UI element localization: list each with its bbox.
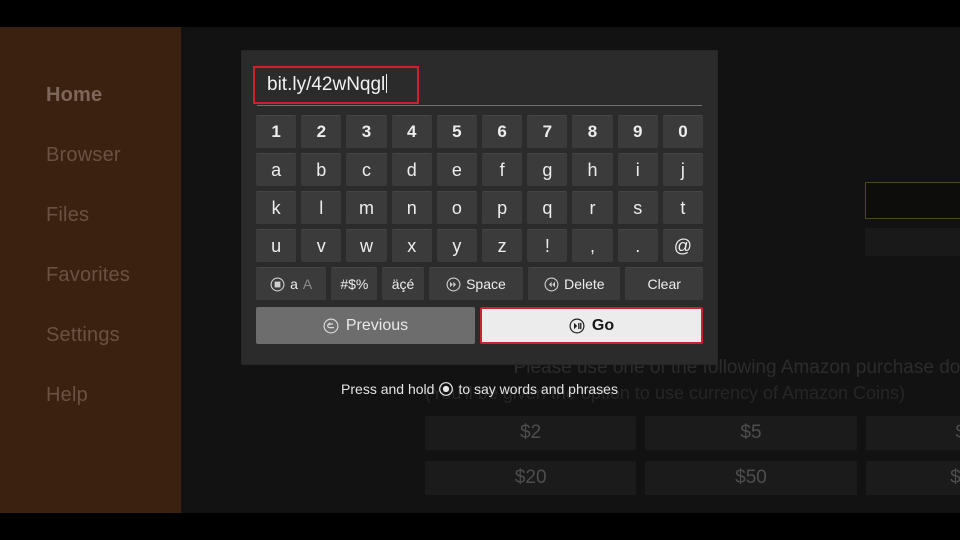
key-1[interactable]: 1 (256, 115, 297, 148)
key-comma[interactable]: , (572, 229, 613, 262)
donation-button-grid: $2 $5 $10 $20 $50 $100 (425, 416, 960, 495)
voice-hint-after: to say words and phrases (458, 381, 618, 397)
key-delete[interactable]: Delete (528, 267, 621, 300)
key-2[interactable]: 2 (301, 115, 342, 148)
go-button-label: Go (591, 316, 615, 334)
donation-button-50[interactable]: $50 (645, 461, 857, 495)
keyboard-row-k-t: k l m n o p q r s t (256, 191, 704, 224)
previous-button-label: Previous (345, 316, 409, 334)
text-cursor (386, 74, 388, 93)
letterbox-bottom (0, 513, 960, 540)
play-pause-icon (569, 317, 585, 334)
key-c[interactable]: c (346, 153, 387, 186)
key-at[interactable]: @ (662, 229, 704, 262)
keyboard-row-digits: 1 2 3 4 5 6 7 8 9 0 (256, 115, 704, 148)
key-space[interactable]: Space (428, 267, 524, 300)
key-case-toggle[interactable]: aA (256, 267, 327, 300)
key-8[interactable]: 8 (572, 115, 613, 148)
key-symbols[interactable]: #$% (331, 267, 378, 300)
key-9[interactable]: 9 (617, 115, 658, 148)
url-input-container[interactable]: bit.ly/42wNqgl (253, 66, 702, 106)
keyboard-row-u-at: u v w x y z ! , . @ (256, 229, 704, 262)
sidebar-item-browser[interactable]: Browser (0, 125, 181, 185)
key-q[interactable]: q (527, 191, 568, 224)
key-e[interactable]: e (436, 153, 478, 186)
key-h[interactable]: h (572, 153, 613, 186)
key-s[interactable]: s (617, 191, 658, 224)
sidebar-item-help[interactable]: Help (0, 365, 181, 425)
screen: Home Browser Files Favorites Settings He… (0, 0, 960, 540)
sidebar-item-home[interactable]: Home (0, 65, 181, 125)
keyboard-nav-row: Previous Go (256, 307, 703, 344)
sidebar-item-label: Help (46, 384, 88, 406)
url-input-display: bit.ly/42wNqgl (257, 70, 702, 100)
key-r[interactable]: r (572, 191, 613, 224)
key-a[interactable]: a (256, 153, 297, 186)
key-5[interactable]: 5 (436, 115, 478, 148)
key-n[interactable]: n (391, 191, 432, 224)
keyboard-function-row: aA #$% äçé Space Delete Clear (256, 267, 703, 300)
go-button[interactable]: Go (480, 307, 703, 344)
background-url-field[interactable] (865, 182, 960, 219)
previous-button[interactable]: Previous (256, 307, 475, 344)
onscreen-keyboard-panel: bit.ly/42wNqgl 1 2 3 4 5 6 7 8 9 0 a b c… (242, 51, 717, 364)
back-arrow-icon (323, 317, 339, 334)
voice-button-icon (439, 382, 454, 396)
key-m[interactable]: m (346, 191, 387, 224)
key-f[interactable]: f (482, 153, 523, 186)
menu-button-icon (270, 277, 285, 292)
letterbox-top (0, 0, 960, 27)
sidebar-item-favorites[interactable]: Favorites (0, 245, 181, 305)
key-clear[interactable]: Clear (625, 267, 703, 300)
key-b[interactable]: b (301, 153, 342, 186)
donation-button-10[interactable]: $10 (865, 416, 960, 450)
sidebar-item-files[interactable]: Files (0, 185, 181, 245)
key-x[interactable]: x (391, 229, 432, 262)
fast-forward-icon (446, 277, 461, 292)
key-j[interactable]: j (662, 153, 704, 186)
key-0[interactable]: 0 (662, 115, 704, 148)
key-period[interactable]: . (617, 229, 658, 262)
key-t[interactable]: t (662, 191, 704, 224)
key-w[interactable]: w (346, 229, 387, 262)
sidebar-item-label: Favorites (46, 264, 131, 286)
key-3[interactable]: 3 (346, 115, 387, 148)
voice-hint: Press and hold to say words and phrases (242, 381, 717, 397)
donation-button-5[interactable]: $5 (645, 416, 857, 450)
key-v[interactable]: v (301, 229, 342, 262)
key-g[interactable]: g (527, 153, 568, 186)
sidebar-item-settings[interactable]: Settings (0, 305, 181, 365)
key-o[interactable]: o (436, 191, 478, 224)
key-4[interactable]: 4 (391, 115, 432, 148)
key-case-lower-label: a (290, 276, 298, 292)
key-y[interactable]: y (436, 229, 478, 262)
key-k[interactable]: k (256, 191, 297, 224)
sidebar-item-label: Browser (46, 144, 121, 166)
sidebar-item-label: Files (46, 204, 90, 226)
sidebar: Home Browser Files Favorites Settings He… (0, 27, 181, 513)
key-6[interactable]: 6 (482, 115, 523, 148)
key-space-label: Space (466, 276, 506, 292)
voice-hint-before: Press and hold (341, 381, 435, 397)
sidebar-item-label: Settings (46, 324, 120, 346)
key-p[interactable]: p (482, 191, 523, 224)
key-accents[interactable]: äçé (382, 267, 424, 300)
url-input-value: bit.ly/42wNqgl (267, 74, 386, 95)
key-z[interactable]: z (482, 229, 523, 262)
background-secondary-field[interactable] (865, 228, 960, 256)
donation-button-100[interactable]: $100 (865, 461, 960, 495)
rewind-icon (544, 277, 559, 292)
donation-button-20[interactable]: $20 (425, 461, 637, 495)
key-delete-label: Delete (564, 276, 605, 292)
key-l[interactable]: l (301, 191, 342, 224)
sidebar-item-label: Home (46, 84, 103, 106)
key-i[interactable]: i (617, 153, 658, 186)
donation-button-2[interactable]: $2 (425, 416, 637, 450)
key-d[interactable]: d (391, 153, 432, 186)
keyboard-row-a-j: a b c d e f g h i j (256, 153, 704, 186)
key-exclamation[interactable]: ! (527, 229, 568, 262)
key-u[interactable]: u (256, 229, 297, 262)
key-7[interactable]: 7 (527, 115, 568, 148)
key-case-upper-label: A (302, 276, 313, 292)
